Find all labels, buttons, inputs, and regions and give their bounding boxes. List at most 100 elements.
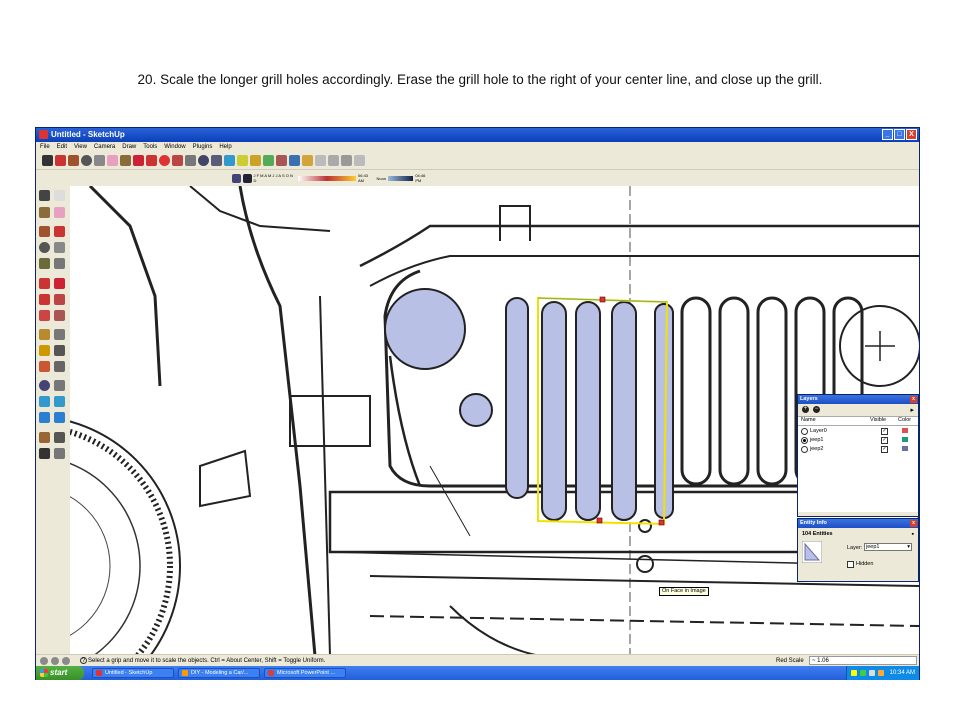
pan-icon[interactable] bbox=[54, 380, 65, 391]
polygon-icon[interactable] bbox=[39, 258, 50, 269]
position-camera-icon[interactable] bbox=[39, 432, 50, 443]
protractor-icon[interactable] bbox=[39, 345, 50, 356]
shaded-icon[interactable] bbox=[354, 155, 365, 166]
layer-visible-checkbox[interactable]: ✓ bbox=[881, 446, 888, 453]
previous-icon[interactable] bbox=[263, 155, 274, 166]
follow-me-icon[interactable] bbox=[54, 294, 65, 305]
zoom-window-icon[interactable] bbox=[54, 396, 65, 407]
layer-active-radio[interactable] bbox=[801, 437, 808, 444]
push-pull-icon[interactable] bbox=[54, 278, 65, 289]
taskbar-item-sketchup[interactable]: Untitled - SketchUp bbox=[92, 668, 174, 678]
pencil-icon[interactable] bbox=[54, 226, 65, 237]
offset-icon[interactable] bbox=[54, 310, 65, 321]
rotate-icon[interactable] bbox=[39, 294, 50, 305]
month-slider[interactable] bbox=[297, 175, 357, 181]
component-icon[interactable] bbox=[54, 190, 65, 201]
hidden-checkbox[interactable] bbox=[847, 561, 854, 568]
menu-window[interactable]: Window bbox=[164, 142, 185, 152]
circle-icon[interactable] bbox=[39, 242, 50, 253]
push-pull-icon[interactable] bbox=[133, 155, 144, 166]
layer-active-radio[interactable] bbox=[801, 446, 808, 453]
select-icon[interactable] bbox=[39, 190, 50, 201]
taskbar-item-powerpoint[interactable]: Microsoft PowerPoint ... bbox=[264, 668, 346, 678]
maximize-button[interactable]: □ bbox=[894, 129, 905, 140]
minimize-button[interactable]: _ bbox=[882, 129, 893, 140]
menu-file[interactable]: File bbox=[40, 142, 50, 152]
menu-help[interactable]: Help bbox=[219, 142, 231, 152]
menu-plugins[interactable]: Plugins bbox=[193, 142, 213, 152]
entity-layer-select[interactable]: jeep1 ▾ bbox=[864, 543, 912, 551]
xray-icon[interactable] bbox=[328, 155, 339, 166]
eraser-icon[interactable] bbox=[107, 155, 118, 166]
drawing-viewport[interactable]: On Face in Image Layers x + − ▸ Name Visi… bbox=[70, 186, 919, 656]
top-view-icon[interactable] bbox=[302, 155, 313, 166]
add-layer-icon[interactable]: + bbox=[802, 406, 809, 413]
section-plane-icon[interactable] bbox=[54, 448, 65, 459]
zoom-extents-icon[interactable] bbox=[54, 412, 65, 423]
pencil-icon[interactable] bbox=[55, 155, 66, 166]
eraser-icon[interactable] bbox=[54, 207, 65, 218]
tray-icon[interactable] bbox=[869, 670, 875, 676]
menu-edit[interactable]: Edit bbox=[57, 142, 67, 152]
layer-visible-checkbox[interactable]: ✓ bbox=[881, 437, 888, 444]
grill-hole-face[interactable] bbox=[575, 301, 601, 521]
move-icon[interactable] bbox=[146, 155, 157, 166]
layer-color-swatch[interactable] bbox=[902, 446, 908, 451]
layers-close-button[interactable]: x bbox=[910, 396, 917, 403]
layer-row[interactable]: Layer0 ✓ bbox=[801, 428, 917, 436]
help-icon[interactable] bbox=[62, 657, 70, 665]
walk-icon[interactable] bbox=[39, 448, 50, 459]
tray-icon[interactable] bbox=[851, 670, 857, 676]
rectangle-icon[interactable] bbox=[39, 226, 50, 237]
fog-icon[interactable] bbox=[242, 173, 252, 183]
layer-row[interactable]: jeep1 ✓ bbox=[801, 437, 917, 445]
axes-icon[interactable] bbox=[39, 361, 50, 372]
move-icon[interactable] bbox=[39, 278, 50, 289]
iso-view-icon[interactable] bbox=[289, 155, 300, 166]
menu-camera[interactable]: Camera bbox=[94, 142, 115, 152]
zoom-icon[interactable] bbox=[224, 155, 235, 166]
3d-text-icon[interactable] bbox=[54, 361, 65, 372]
tray-icon[interactable] bbox=[878, 670, 884, 676]
follow-me-icon[interactable] bbox=[172, 155, 183, 166]
next-icon[interactable] bbox=[276, 155, 287, 166]
scale-grip-top[interactable] bbox=[599, 296, 606, 303]
arc-icon[interactable] bbox=[54, 242, 65, 253]
parking-light-face[interactable] bbox=[459, 393, 493, 427]
grill-hole-face[interactable] bbox=[541, 301, 567, 521]
measurement-box[interactable]: ~ 1.06 bbox=[809, 656, 917, 665]
zoom-extents-icon[interactable] bbox=[237, 155, 248, 166]
select-icon[interactable] bbox=[42, 155, 53, 166]
tape-measure-icon[interactable] bbox=[39, 329, 50, 340]
zoom-icon[interactable] bbox=[39, 396, 50, 407]
shadow-toggle-icon[interactable] bbox=[232, 173, 241, 183]
start-button[interactable]: start bbox=[36, 666, 84, 680]
dimension-icon[interactable] bbox=[54, 329, 65, 340]
freehand-icon[interactable] bbox=[54, 258, 65, 269]
credits-icon[interactable] bbox=[51, 657, 59, 665]
menu-draw[interactable]: Draw bbox=[122, 142, 136, 152]
geo-location-icon[interactable] bbox=[40, 657, 48, 665]
circle-icon[interactable] bbox=[81, 155, 92, 166]
scale-icon[interactable] bbox=[39, 310, 50, 321]
remove-layer-icon[interactable]: − bbox=[813, 406, 820, 413]
text-icon[interactable] bbox=[54, 345, 65, 356]
rectangle-icon[interactable] bbox=[68, 155, 79, 166]
front-view-icon[interactable] bbox=[315, 155, 326, 166]
scale-grip-bottom[interactable] bbox=[596, 517, 603, 524]
paint-bucket-icon[interactable] bbox=[120, 155, 131, 166]
time-slider[interactable] bbox=[388, 175, 414, 181]
previous-view-icon[interactable] bbox=[39, 412, 50, 423]
grill-hole-face[interactable] bbox=[611, 301, 637, 521]
layer-active-radio[interactable] bbox=[801, 428, 808, 435]
tape-measure-icon[interactable] bbox=[185, 155, 196, 166]
paint-bucket-icon[interactable] bbox=[39, 207, 50, 218]
layers-details-icon[interactable]: ▸ bbox=[910, 406, 914, 414]
layer-color-swatch[interactable] bbox=[902, 437, 908, 442]
layer-color-swatch[interactable] bbox=[902, 428, 908, 433]
grill-hole-face[interactable] bbox=[505, 297, 529, 499]
menu-view[interactable]: View bbox=[74, 142, 87, 152]
layer-visible-checkbox[interactable]: ✓ bbox=[881, 428, 888, 435]
orbit-icon[interactable] bbox=[198, 155, 209, 166]
close-button[interactable]: X bbox=[906, 129, 917, 140]
